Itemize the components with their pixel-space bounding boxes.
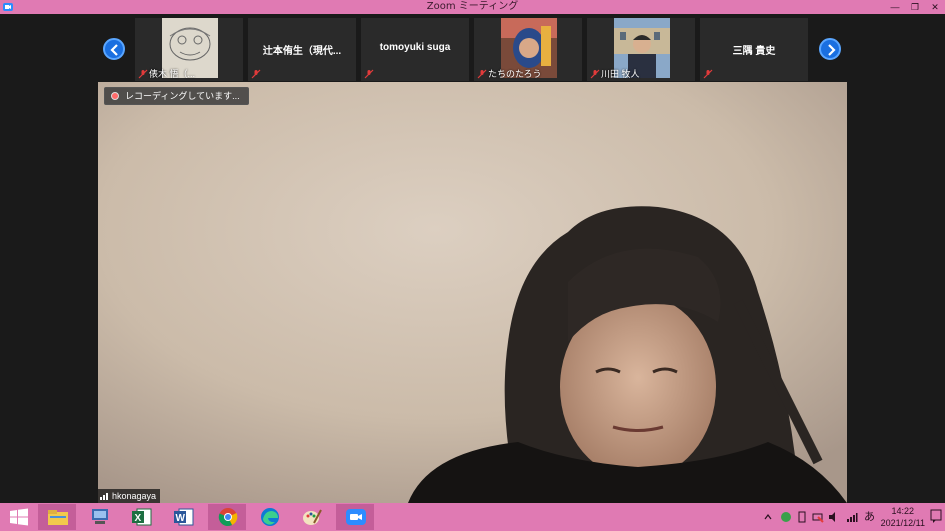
participant-name: 俵木 悟（... — [149, 69, 196, 79]
network-error-icon[interactable] — [812, 511, 824, 523]
excel-icon: X — [132, 508, 152, 526]
taskbar-clock[interactable]: 14:22 2021/12/11 — [881, 505, 925, 529]
taskbar-paint[interactable] — [292, 504, 330, 530]
recording-dot-icon — [111, 92, 119, 100]
chrome-icon — [218, 508, 238, 527]
participant-tile[interactable]: tomoyuki suga — [361, 18, 469, 81]
tray-chevron-up-icon[interactable] — [764, 513, 772, 521]
windows-icon — [10, 508, 28, 526]
participant-tile[interactable]: 俵木 悟（... — [135, 18, 243, 81]
participant-tile[interactable]: 辻本侑生（現代... — [248, 18, 356, 81]
participant-name: 辻本侑生（現代... — [262, 46, 342, 57]
participant-name: たちのたろう — [488, 69, 542, 79]
svg-text:X: X — [135, 513, 142, 524]
word-icon: W — [174, 508, 194, 526]
monitor-icon — [92, 509, 108, 524]
title-bar: Zoom ミーティング — ❐ ✕ — [0, 0, 945, 14]
taskbar-word[interactable]: W — [164, 504, 202, 530]
zoom-icon — [346, 509, 366, 525]
participant-tile[interactable]: 三隅 貴史 — [700, 18, 808, 81]
participant-tile[interactable]: たちのたろう — [474, 18, 582, 81]
recording-label: レコーディングしています... — [125, 91, 240, 101]
minimize-button[interactable]: — — [885, 0, 905, 14]
chevron-left-icon — [110, 44, 118, 56]
folder-icon — [48, 510, 68, 525]
restore-button[interactable]: ❐ — [905, 0, 925, 14]
participant-name: tomoyuki suga — [379, 42, 451, 53]
muted-mic-icon — [590, 69, 600, 79]
usb-icon[interactable] — [796, 511, 808, 523]
participant-tile[interactable]: 川田 牧人 — [587, 18, 695, 81]
signal-bars-icon — [100, 493, 108, 500]
edge-icon — [261, 508, 279, 526]
window-title: Zoom ミーティング — [426, 1, 519, 12]
taskbar-excel[interactable]: X — [122, 504, 160, 530]
speaker-name-badge: hkonagaya — [98, 489, 161, 503]
gallery-prev-button[interactable] — [103, 38, 125, 60]
taskbar-app-monitor[interactable] — [80, 504, 118, 530]
taskbar-chrome[interactable] — [208, 504, 246, 530]
close-button[interactable]: ✕ — [925, 0, 945, 14]
muted-mic-icon — [364, 69, 374, 79]
gallery-strip: 俵木 悟（... 辻本侑生（現代... tomoyuki suga たちのたろう — [0, 14, 945, 82]
speaker-video-image — [98, 82, 847, 503]
volume-icon[interactable] — [828, 511, 840, 523]
speaker-name: hkonagaya — [112, 491, 157, 501]
svg-text:W: W — [176, 513, 186, 524]
muted-mic-icon — [703, 69, 713, 79]
notification-icon[interactable] — [930, 509, 942, 523]
muted-mic-icon — [477, 69, 487, 79]
meeting-area: 俵木 悟（... 辻本侑生（現代... tomoyuki suga たちのたろう — [0, 14, 945, 503]
muted-mic-icon — [251, 69, 261, 79]
start-button[interactable] — [0, 504, 38, 530]
chevron-right-icon — [828, 44, 836, 56]
clock-date: 2021/12/11 — [880, 518, 925, 528]
participant-name: 三隅 貴史 — [732, 46, 776, 57]
clock-time: 14:22 — [891, 506, 915, 516]
gallery-next-button[interactable] — [819, 38, 841, 60]
taskbar: X W あ 14:22 2021/12/11 — [0, 503, 945, 531]
taskbar-file-explorer[interactable] — [38, 504, 76, 530]
participant-name: 川田 牧人 — [601, 69, 640, 79]
ime-indicator[interactable]: あ — [864, 503, 875, 531]
recording-indicator[interactable]: レコーディングしています... — [104, 87, 249, 105]
tray-app-icon[interactable] — [780, 511, 792, 523]
wifi-signal-icon[interactable] — [846, 511, 858, 523]
paint-icon — [303, 509, 322, 525]
active-speaker-video: レコーディングしています... hkonagaya — [98, 82, 847, 503]
taskbar-zoom[interactable] — [336, 504, 374, 530]
taskbar-edge[interactable] — [250, 504, 288, 530]
muted-mic-icon — [138, 69, 148, 79]
